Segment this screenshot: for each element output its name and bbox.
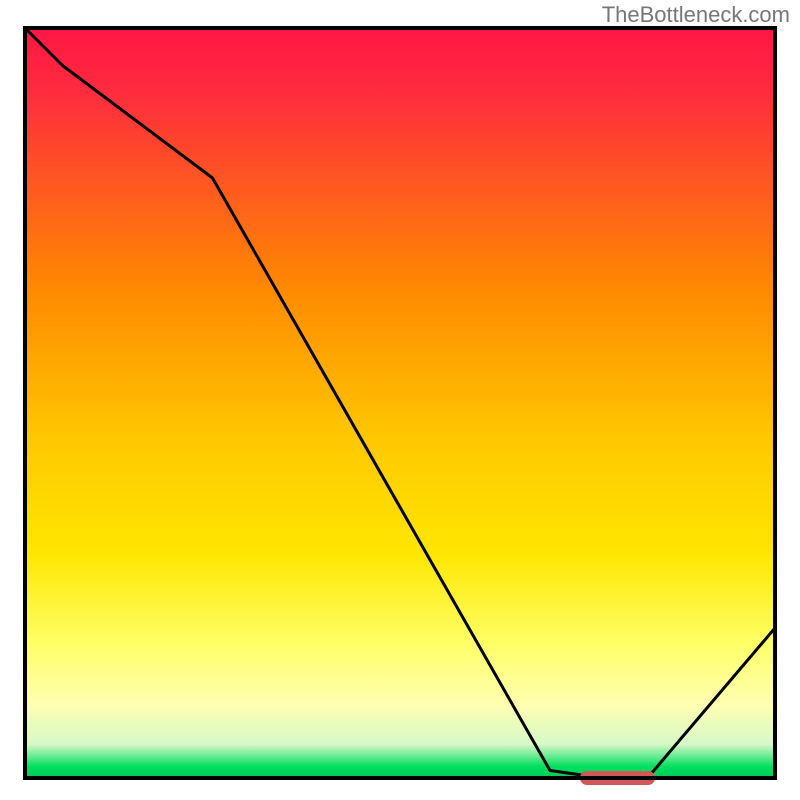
watermark-text: TheBottleneck.com xyxy=(602,2,790,28)
bottleneck-chart: { "watermark": "TheBottleneck.com", "cha… xyxy=(0,0,800,800)
chart-svg xyxy=(0,0,800,800)
